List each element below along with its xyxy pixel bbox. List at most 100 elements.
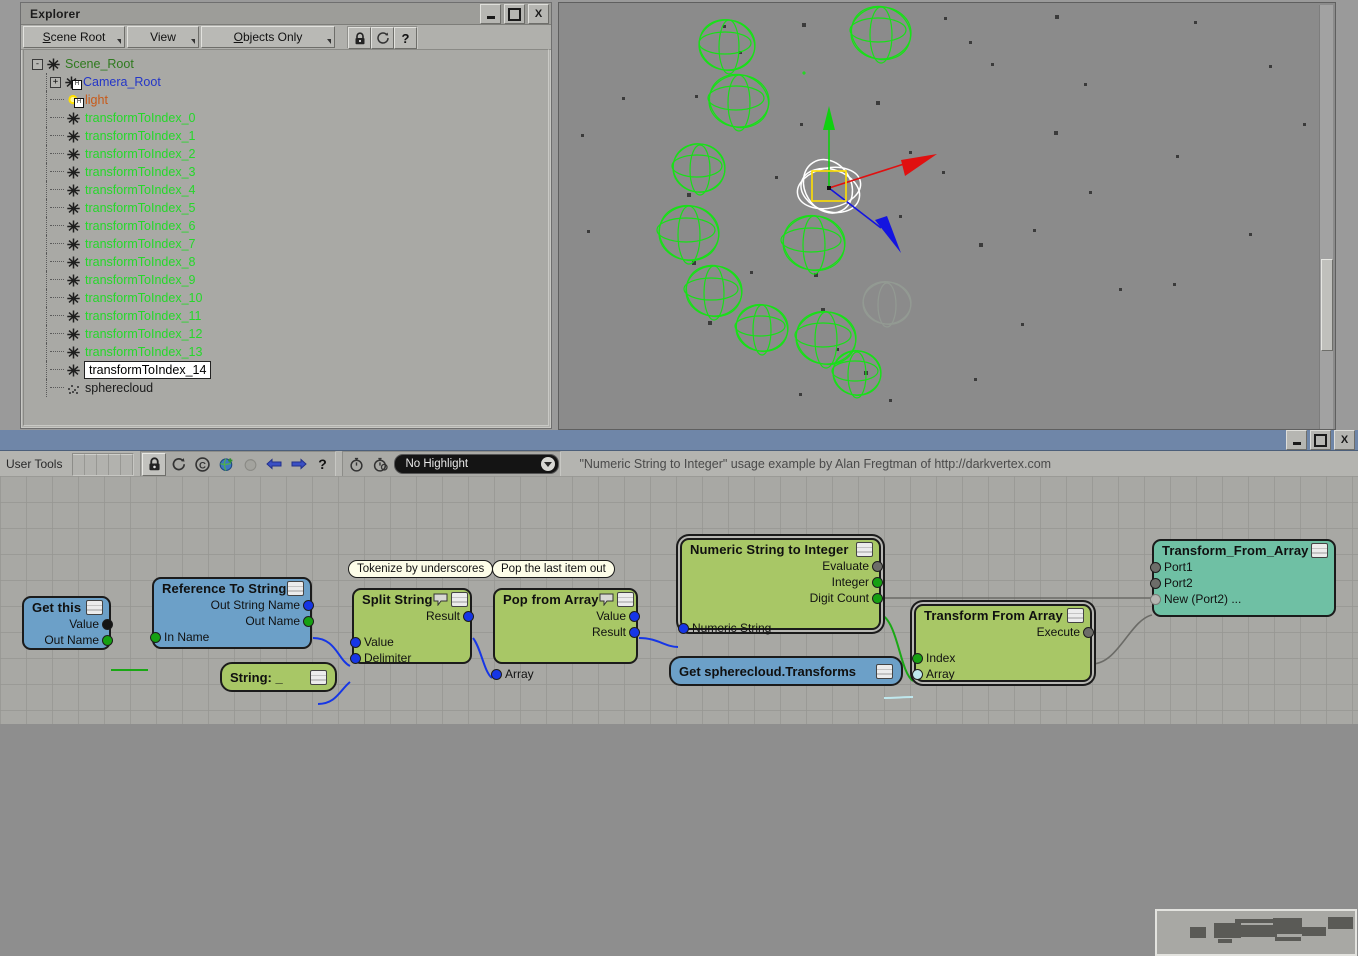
toolbar-slot[interactable] [97, 453, 110, 475]
port-dot[interactable] [912, 668, 923, 680]
tree-item[interactable]: transformToIndex_7 [32, 235, 548, 253]
output-port[interactable]: Out String Name [154, 597, 314, 613]
input-port[interactable]: Port2 [1150, 575, 1334, 591]
toolbar-slot[interactable] [85, 453, 98, 475]
output-port[interactable]: Value [495, 608, 640, 624]
minimize-button[interactable] [1286, 430, 1307, 450]
port-dot[interactable] [912, 652, 923, 664]
preview-icon[interactable] [238, 453, 262, 476]
input-port[interactable]: Delimiter [350, 650, 470, 666]
port-dot[interactable] [1150, 593, 1161, 605]
highlight-dropdown[interactable]: No Highlight [394, 454, 560, 474]
input-port[interactable]: In Name [150, 629, 310, 645]
output-port[interactable]: Digit Count [682, 590, 883, 606]
node-graph-canvas[interactable]: Get this Value Out Name Reference To String… [0, 476, 1358, 724]
output-port[interactable]: Result [495, 624, 640, 640]
tree-item[interactable]: transformToIndex_5 [32, 199, 548, 217]
tree-item[interactable]: transformToIndex_10 [32, 289, 548, 307]
tree-item[interactable]: transformToIndex_4 [32, 181, 548, 199]
node-transform_from_array_compound[interactable]: Transform_From_Array Port1 Port2 New (Port2… [1150, 539, 1336, 617]
tree-item[interactable]: transformToIndex_12 [32, 325, 548, 343]
lock-icon[interactable] [348, 27, 371, 49]
tree-item[interactable]: transformToIndex_8 [32, 253, 548, 271]
input-port[interactable]: Index [912, 650, 1090, 666]
globe-add-icon[interactable] [214, 453, 238, 476]
port-dot[interactable] [629, 626, 640, 638]
node-get_spherecloud_transforms[interactable]: Get spherecloud.Transforms [669, 656, 903, 686]
port-dot[interactable] [102, 618, 113, 630]
scene-root-dropdown[interactable]: Scene Root [23, 26, 125, 48]
port-dot[interactable] [678, 622, 689, 634]
output-port[interactable]: Value [24, 616, 113, 632]
port-dot[interactable] [872, 592, 883, 604]
tree-item[interactable]: transformToIndex_13 [32, 343, 548, 361]
tree-item[interactable]: + H Camera_Root [32, 73, 548, 91]
graph-minimap[interactable] [1155, 909, 1357, 956]
view-dropdown[interactable]: View [127, 26, 199, 48]
3d-viewport[interactable] [558, 2, 1336, 430]
input-port[interactable]: New (Port2) ... [1150, 591, 1334, 607]
input-port[interactable]: Port1 [1150, 559, 1334, 575]
tree-item[interactable]: spherecloud [32, 379, 548, 397]
port-dot[interactable] [629, 610, 640, 622]
port-dot[interactable] [463, 610, 474, 622]
arrow-right-icon[interactable] [286, 453, 310, 476]
maximize-button[interactable] [1310, 430, 1331, 450]
arrow-left-icon[interactable] [262, 453, 286, 476]
close-button[interactable]: X [1334, 430, 1355, 450]
tree-expander[interactable]: + [50, 76, 61, 88]
maximize-button[interactable] [504, 4, 525, 24]
tree-item-selected[interactable]: transformToIndex_14 [32, 361, 548, 379]
port-dot[interactable] [350, 636, 361, 648]
tree-item[interactable]: Hlight [32, 91, 548, 109]
input-port[interactable]: Numeric String [678, 620, 879, 636]
output-port[interactable]: Out Name [24, 632, 113, 648]
toolbar-slot[interactable] [121, 453, 134, 475]
port-dot[interactable] [303, 599, 314, 611]
tree-expander[interactable]: - [32, 58, 43, 70]
output-port[interactable]: Execute [916, 624, 1094, 640]
port-dot[interactable] [1150, 577, 1161, 589]
port-dot[interactable] [303, 615, 314, 627]
node-transform_from_array[interactable]: Transform From Array Execute Index Array [912, 604, 1094, 682]
refresh-icon[interactable] [371, 27, 394, 49]
output-port[interactable]: Result [354, 608, 474, 624]
viewport-scrollbar[interactable] [1319, 5, 1333, 429]
stopwatch-icon[interactable] [344, 453, 368, 476]
port-dot[interactable] [872, 576, 883, 588]
output-port[interactable]: Out Name [154, 613, 314, 629]
node-pop_from_array[interactable]: Pop from Array Value Result Array [491, 588, 640, 681]
objects-only-dropdown[interactable]: Objects Only [201, 26, 335, 48]
port-dot[interactable] [872, 560, 883, 572]
output-port[interactable]: Evaluate [682, 558, 883, 574]
help-icon[interactable]: ? [394, 27, 417, 49]
node-get_this[interactable]: Get this Value Out Name [22, 596, 113, 650]
toolbar-slot[interactable] [109, 453, 122, 475]
input-port[interactable]: Array [491, 666, 636, 682]
tree-item[interactable]: transformToIndex_9 [32, 271, 548, 289]
toolbar-slot[interactable] [73, 453, 86, 475]
output-port[interactable]: Integer [682, 574, 883, 590]
close-button[interactable]: X [528, 4, 549, 24]
input-port[interactable]: Value [350, 634, 470, 650]
tree-item[interactable]: transformToIndex_6 [32, 217, 548, 235]
compound-c-icon[interactable]: C [190, 453, 214, 476]
tree-item[interactable]: transformToIndex_11 [32, 307, 548, 325]
tree-item[interactable]: transformToIndex_3 [32, 163, 548, 181]
node-numeric_string_to_integer[interactable]: Numeric String to Integer Evaluate Integer… [678, 538, 883, 635]
lock-icon[interactable] [142, 452, 167, 476]
help-icon[interactable]: ? [310, 453, 334, 476]
tree-item[interactable]: transformToIndex_1 [32, 127, 548, 145]
port-dot[interactable] [1083, 626, 1094, 638]
tree-item[interactable]: transformToIndex_2 [32, 145, 548, 163]
tree-item[interactable]: - Scene_Root [32, 55, 548, 73]
port-dot[interactable] [350, 652, 361, 664]
refresh-icon[interactable] [166, 453, 190, 476]
port-dot[interactable] [102, 634, 113, 646]
port-dot[interactable] [491, 668, 502, 680]
node-split_string[interactable]: Split String Result Value Delimiter [350, 588, 474, 666]
node-string_literal[interactable]: String: _ [220, 662, 337, 692]
port-dot[interactable] [1150, 561, 1161, 573]
explorer-tree-panel[interactable]: - Scene_Root + H Camera_Root Hlight transformT… [23, 49, 549, 426]
port-dot[interactable] [150, 631, 161, 643]
